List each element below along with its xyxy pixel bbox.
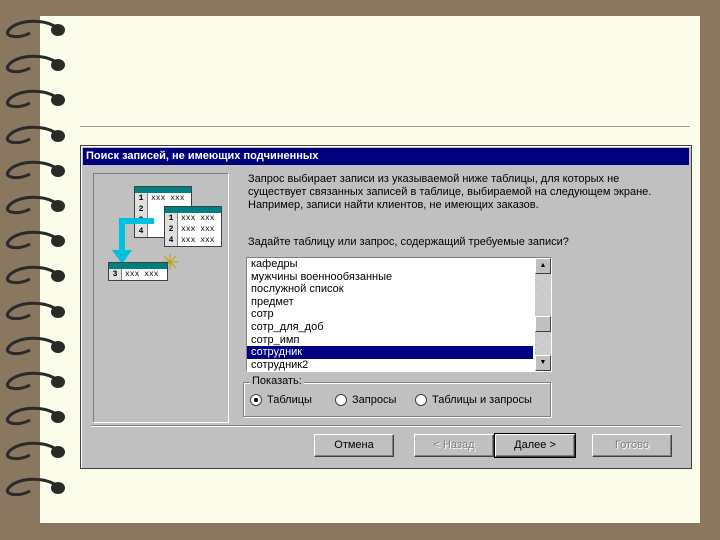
list-item[interactable]: кафедры — [247, 258, 533, 271]
binding-ring-icon — [5, 477, 65, 496]
wizard-prompt: Задайте таблицу или запрос, содержащий т… — [248, 236, 569, 248]
illustration-table-related: 1 xxx xxx 2 xxx xxx 4 xxx xxx — [164, 206, 222, 247]
radio-indicator[interactable] — [250, 394, 262, 406]
illustration-row: 4 xxx xxx — [165, 235, 221, 246]
next-button[interactable]: Далее > — [494, 433, 576, 458]
back-button[interactable]: < Назад — [414, 434, 494, 457]
binding-ring-icon — [5, 406, 65, 426]
finish-button[interactable]: Готово — [592, 434, 672, 457]
list-item[interactable]: сотрудник — [247, 346, 533, 359]
list-item[interactable]: предмет — [247, 296, 533, 309]
page-rule-line — [80, 126, 690, 127]
binding-ring-icon — [5, 54, 65, 74]
illustration-row: 1 xxx xxx — [165, 213, 221, 224]
list-item[interactable]: сотр_для_доб — [247, 321, 533, 334]
list-item[interactable]: мужчины военнообязанные — [247, 271, 533, 284]
wizard-illustration: 1 xxx xxx 2 3 4 1 xxx xxx 2 xxx xxx 4 xxx xxx 3 xx… — [93, 173, 229, 423]
cancel-button[interactable]: Отмена — [314, 434, 394, 457]
show-options-group: Показать: Таблицы Запросы Таблицы и запр… — [243, 375, 551, 417]
list-item[interactable]: сотрудник2 — [247, 359, 533, 371]
scroll-down-icon[interactable]: ▼ — [535, 355, 551, 371]
listbox-scrollbar[interactable]: ▲ ▼ — [535, 258, 551, 371]
illustration-table-result: 3 xxx xxx — [108, 262, 168, 281]
radio-tables[interactable]: Таблицы — [250, 394, 312, 406]
binding-ring-icon — [5, 90, 65, 109]
list-item[interactable]: послужной список — [247, 283, 533, 296]
binding-ring-icon — [5, 230, 65, 250]
radio-indicator[interactable] — [335, 394, 347, 406]
radio-indicator[interactable] — [415, 394, 427, 406]
binding-ring-icon — [5, 125, 65, 144]
show-options-label: Показать: — [250, 375, 304, 387]
scroll-up-icon[interactable]: ▲ — [535, 258, 551, 274]
illustration-row: 1 xxx xxx — [135, 193, 191, 204]
binding-ring-icon — [5, 442, 65, 461]
binding-ring-icon — [5, 336, 65, 355]
table-listbox[interactable]: кафедры мужчины военнообязанные послужной … — [246, 257, 552, 372]
illustration-row: 3 xxx xxx — [109, 269, 167, 280]
button-separator — [91, 425, 681, 427]
radio-tables-and-queries[interactable]: Таблицы и запросы — [415, 394, 532, 406]
illustration-row: 2 xxx xxx — [165, 224, 221, 235]
binding-ring-icon — [5, 19, 65, 39]
binding-ring-icon — [5, 301, 65, 320]
scroll-thumb[interactable] — [535, 316, 551, 332]
binding-ring-icon — [5, 195, 65, 215]
list-item[interactable]: сотр_имп — [247, 334, 533, 347]
binding-ring-icon — [5, 266, 65, 285]
dialog-title: Поиск записей, не имеющих подчиненных — [83, 148, 689, 165]
radio-queries[interactable]: Запросы — [335, 394, 396, 406]
wizard-description: Запрос выбирает записи из указываемой ни… — [248, 173, 652, 211]
list-item[interactable]: сотр — [247, 308, 533, 321]
binding-ring-icon — [5, 371, 65, 391]
binding-ring-icon — [5, 160, 65, 179]
query-wizard-dialog: Поиск записей, не имеющих подчиненных 1x… — [80, 145, 692, 469]
